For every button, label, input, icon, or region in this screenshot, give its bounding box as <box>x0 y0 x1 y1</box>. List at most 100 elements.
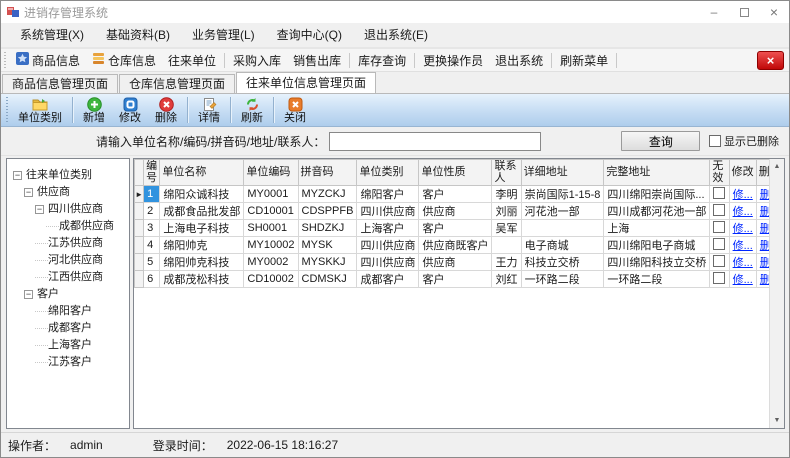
cell-code[interactable]: MY10002 <box>244 237 298 254</box>
toolbar-button[interactable]: 刷新菜单 <box>554 50 614 70</box>
menu-item[interactable]: 基础资料(B) <box>95 25 181 45</box>
cell-contact[interactable]: 李明 <box>492 186 521 203</box>
cell-pinyin[interactable]: CDMSKJ <box>298 271 357 288</box>
invalid-checkbox-cell[interactable] <box>710 203 729 220</box>
cell-name[interactable]: 上海电子科技 <box>160 220 244 237</box>
menu-item[interactable]: 业务管理(L) <box>181 25 266 45</box>
cell-nature[interactable]: 客户 <box>419 186 492 203</box>
sub-toolbar-button[interactable]: 删除 <box>148 95 184 126</box>
cell-name[interactable]: 成都食品批发部 <box>160 203 244 220</box>
scroll-up-icon[interactable]: ▲ <box>770 159 784 174</box>
tree-item[interactable]: 河北供应商 <box>7 252 129 269</box>
scroll-down-icon[interactable]: ▼ <box>770 413 784 428</box>
table-row[interactable]: 6成都茂松科技CD10002CDMSKJ成都客户客户刘红一环路二段一环路二段修.… <box>135 271 784 288</box>
cell-contact[interactable]: 王力 <box>492 254 521 271</box>
cell-code[interactable]: CD10001 <box>244 203 298 220</box>
cell-pinyin[interactable]: MYSKKJ <box>298 254 357 271</box>
cell-nature[interactable]: 供应商 <box>419 203 492 220</box>
cell-category[interactable]: 四川供应商 <box>357 203 419 220</box>
tree-item[interactable]: 绵阳客户 <box>7 303 129 320</box>
sub-toolbar-button[interactable]: 关闭 <box>277 95 313 126</box>
tree-item[interactable]: 江苏供应商 <box>7 235 129 252</box>
invalid-checkbox[interactable] <box>713 272 725 284</box>
toolbar-button[interactable]: 往来单位 <box>162 50 222 70</box>
edit-link-cell[interactable]: 修... <box>729 186 756 203</box>
cell-nature[interactable]: 供应商既客户 <box>419 237 492 254</box>
cell-address[interactable]: 电子商城 <box>521 237 604 254</box>
tree-expander-icon[interactable]: − <box>35 205 44 214</box>
cell-no[interactable]: 2 <box>144 203 160 220</box>
row-selector[interactable] <box>135 203 144 220</box>
column-header-invalid[interactable]: 无效 <box>710 160 729 186</box>
edit-link[interactable]: 修... <box>733 189 753 201</box>
window-close-button[interactable]: × <box>759 1 789 23</box>
cell-no[interactable]: 3 <box>144 220 160 237</box>
tree-expander-icon[interactable]: − <box>24 188 33 197</box>
edit-link[interactable]: 修... <box>733 274 753 286</box>
invalid-checkbox-cell[interactable] <box>710 237 729 254</box>
cell-address[interactable]: 崇尚国际1-15-8 <box>521 186 604 203</box>
cell-no[interactable]: 1 <box>144 186 160 203</box>
invalid-checkbox[interactable] <box>713 187 725 199</box>
edit-link-cell[interactable]: 修... <box>729 203 756 220</box>
cell-full_address[interactable]: 四川绵阳科技立交桥 <box>604 254 710 271</box>
invalid-checkbox[interactable] <box>713 221 725 233</box>
table-row[interactable]: ►1绵阳众诚科技MY0001MYZCKJ绵阳客户客户李明崇尚国际1-15-8四川… <box>135 186 784 203</box>
column-header-category[interactable]: 单位类别 <box>357 160 419 186</box>
cell-address[interactable] <box>521 220 604 237</box>
edit-link-cell[interactable]: 修... <box>729 237 756 254</box>
cell-full_address[interactable]: 四川绵阳电子商城 <box>604 237 710 254</box>
sub-toolbar-button[interactable]: 修改 <box>112 95 148 126</box>
cell-pinyin[interactable]: MYZCKJ <box>298 186 357 203</box>
row-selector[interactable] <box>135 237 144 254</box>
edit-link[interactable]: 修... <box>733 240 753 252</box>
sub-toolbar-button[interactable]: 刷新 <box>234 95 270 126</box>
edit-link[interactable]: 修... <box>733 223 753 235</box>
cell-contact[interactable] <box>492 237 521 254</box>
tab-active[interactable]: 往来单位信息管理页面 <box>236 72 376 93</box>
tree-item[interactable]: −供应商 <box>7 184 129 201</box>
vertical-scrollbar[interactable]: ▲ ▼ <box>769 159 784 428</box>
maximize-button[interactable] <box>729 1 759 23</box>
tree-expander-icon[interactable]: − <box>24 290 33 299</box>
cell-no[interactable]: 5 <box>144 254 160 271</box>
cell-contact[interactable]: 刘红 <box>492 271 521 288</box>
column-header-pinyin[interactable]: 拼音码 <box>298 160 357 186</box>
tree-expander-icon[interactable]: − <box>13 171 22 180</box>
row-selector[interactable]: ► <box>135 186 144 203</box>
table-row[interactable]: 5绵阳帅克科技MY0002MYSKKJ四川供应商供应商王力科技立交桥四川绵阳科技… <box>135 254 784 271</box>
toolbar-button[interactable]: 更换操作员 <box>417 50 489 70</box>
edit-link-cell[interactable]: 修... <box>729 271 756 288</box>
cell-address[interactable]: 河花池一部 <box>521 203 604 220</box>
sub-toolbar-button[interactable]: 单位类别 <box>11 95 69 126</box>
edit-link-cell[interactable]: 修... <box>729 220 756 237</box>
query-button[interactable]: 查询 <box>621 131 700 151</box>
invalid-checkbox-cell[interactable] <box>710 220 729 237</box>
invalid-checkbox-cell[interactable] <box>710 254 729 271</box>
cell-code[interactable]: MY0002 <box>244 254 298 271</box>
table-row[interactable]: 4绵阳帅克MY10002MYSK四川供应商供应商既客户电子商城四川绵阳电子商城修… <box>135 237 784 254</box>
tree-item[interactable]: 江西供应商 <box>7 269 129 286</box>
search-input[interactable] <box>329 132 541 151</box>
cell-category[interactable]: 四川供应商 <box>357 254 419 271</box>
row-selector-header[interactable] <box>135 160 144 186</box>
sub-toolbar-button[interactable]: 详情 <box>191 95 227 126</box>
cell-nature[interactable]: 供应商 <box>419 254 492 271</box>
cell-name[interactable]: 成都茂松科技 <box>160 271 244 288</box>
cell-name[interactable]: 绵阳帅克科技 <box>160 254 244 271</box>
invalid-checkbox[interactable] <box>713 255 725 267</box>
tree-item[interactable]: 成都客户 <box>7 320 129 337</box>
tab-item[interactable]: 商品信息管理页面 <box>2 74 118 93</box>
tree-item[interactable]: −往来单位类别 <box>7 167 129 184</box>
toolbar-button[interactable]: 采购入库 <box>227 50 287 70</box>
cell-nature[interactable]: 客户 <box>419 271 492 288</box>
cell-code[interactable]: SH0001 <box>244 220 298 237</box>
cell-nature[interactable]: 客户 <box>419 220 492 237</box>
menu-item[interactable]: 查询中心(Q) <box>266 25 353 45</box>
column-header-address[interactable]: 详细地址 <box>521 160 604 186</box>
cell-full_address[interactable]: 四川绵阳崇尚国际... <box>604 186 710 203</box>
cell-full_address[interactable]: 上海 <box>604 220 710 237</box>
column-header-code[interactable]: 单位编码 <box>244 160 298 186</box>
column-header-no[interactable]: 编号 <box>144 160 160 186</box>
table-row[interactable]: 3上海电子科技SH0001SHDZKJ上海客户客户吴军上海修...删... <box>135 220 784 237</box>
